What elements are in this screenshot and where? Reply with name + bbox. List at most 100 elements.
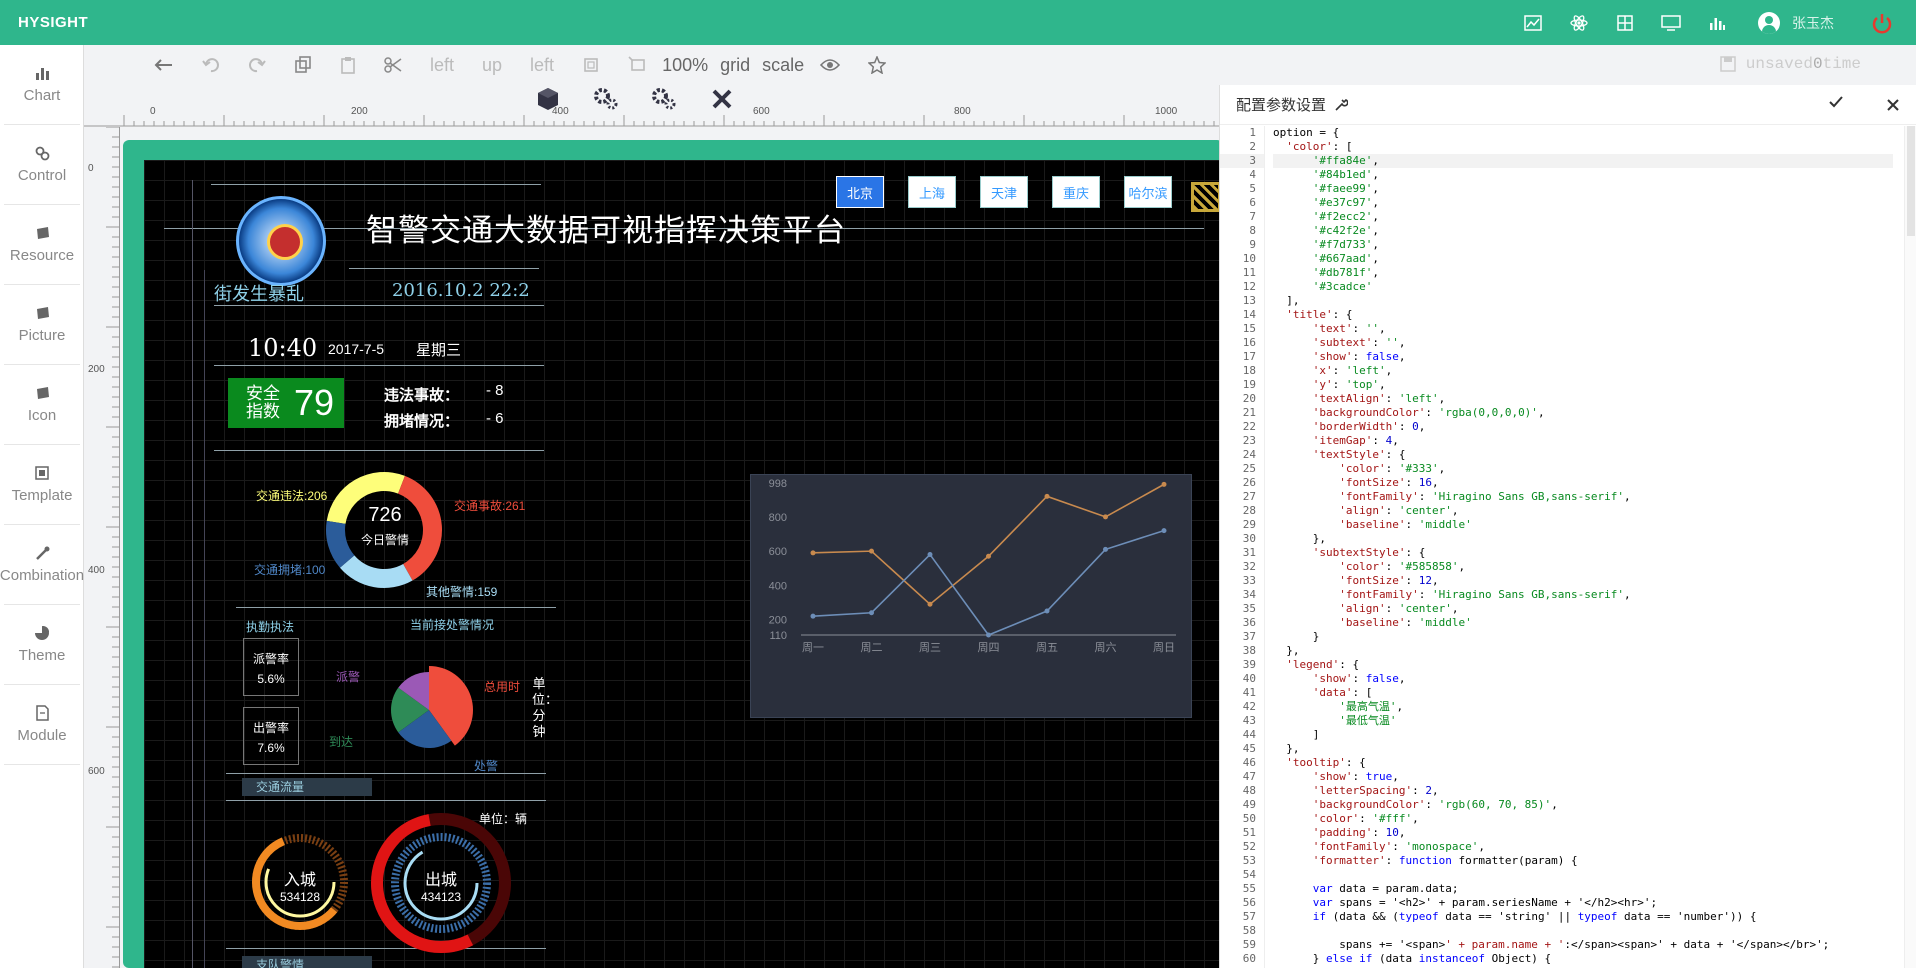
link-icon bbox=[35, 146, 50, 161]
sidebar-item-module[interactable]: Module bbox=[4, 685, 80, 765]
code-line: 'itemGap': 4, bbox=[1312, 434, 1399, 447]
safety-index-value: 79 bbox=[294, 382, 335, 423]
grid-toggle[interactable]: grid bbox=[720, 55, 750, 76]
code-line: 'letterSpacing': 2, bbox=[1312, 784, 1439, 797]
data-point bbox=[1044, 608, 1050, 614]
code-line: 'color': '#585858', bbox=[1339, 560, 1466, 573]
align-left-button[interactable]: left bbox=[430, 55, 454, 76]
dashboard-screen[interactable]: 智警交通大数据可视指挥决策平台 北京 上海 天津 重庆 哈尔滨 街发生暴乱 2016.1… bbox=[144, 160, 1224, 968]
scale-toggle[interactable]: scale bbox=[762, 55, 804, 76]
line-number: 40 bbox=[1242, 672, 1256, 685]
city-tab[interactable]: 哈尔滨 bbox=[1124, 176, 1172, 208]
redo-icon[interactable] bbox=[248, 57, 266, 73]
code-line: '#f2ecc2', bbox=[1312, 210, 1379, 223]
city-tab[interactable]: 上海 bbox=[908, 176, 956, 208]
line-number: 60 bbox=[1242, 952, 1256, 965]
sidebar-item-control[interactable]: Control bbox=[4, 125, 80, 205]
line-number: 17 bbox=[1242, 350, 1256, 363]
sidebar-item-template[interactable]: Template bbox=[4, 445, 80, 525]
cube-icon[interactable] bbox=[535, 86, 561, 112]
code-line: 'tooltip': { bbox=[1286, 756, 1366, 769]
zoom-level[interactable]: 100% bbox=[662, 55, 708, 76]
line-chart-icon[interactable] bbox=[1510, 0, 1556, 45]
close-icon[interactable] bbox=[709, 86, 735, 112]
wrench-icon bbox=[36, 546, 50, 560]
unsaved-count: 0 bbox=[1812, 55, 1823, 73]
undo-icon[interactable] bbox=[202, 57, 220, 73]
x-tick-label: 周日 bbox=[1153, 641, 1175, 654]
code-line: 'y': 'top', bbox=[1312, 378, 1386, 391]
line-number: 45 bbox=[1242, 742, 1256, 755]
line-number: 38 bbox=[1242, 644, 1256, 657]
sidebar-item-icon[interactable]: Icon bbox=[4, 365, 80, 445]
scissors-icon[interactable] bbox=[384, 56, 402, 74]
eye-icon[interactable] bbox=[820, 58, 841, 72]
city-tab[interactable]: 北京 bbox=[836, 176, 884, 208]
sidebar-item-picture[interactable]: Picture bbox=[4, 285, 80, 365]
code-line: 'padding': 10, bbox=[1312, 826, 1406, 839]
frame-icon[interactable] bbox=[582, 56, 600, 74]
atom-icon[interactable] bbox=[1556, 0, 1602, 45]
donut-label-accident: 交通事故:261 bbox=[454, 499, 526, 513]
sidebar-item-label: Icon bbox=[27, 407, 57, 424]
line-number: 14 bbox=[1242, 308, 1256, 321]
enforce-title: 执勤执法 bbox=[246, 620, 295, 634]
ruler-left-label: 200 bbox=[88, 364, 105, 375]
line-number: 34 bbox=[1242, 588, 1256, 601]
back-arrow-icon[interactable] bbox=[154, 58, 174, 72]
sidebar-item-chart[interactable]: Chart bbox=[4, 45, 80, 125]
striped-decoration bbox=[1191, 182, 1221, 212]
align-up-button[interactable]: up bbox=[482, 55, 502, 76]
star-icon[interactable] bbox=[868, 56, 887, 74]
line-number: 36 bbox=[1242, 616, 1256, 629]
editor-scrollbar[interactable] bbox=[1904, 126, 1916, 968]
user-menu[interactable]: 张玉杰 bbox=[1758, 11, 1834, 34]
bar-chart-icon[interactable] bbox=[1694, 0, 1740, 45]
code-line: '#db781f', bbox=[1312, 266, 1379, 279]
city-tab[interactable]: 重庆 bbox=[1052, 176, 1100, 208]
code-line: } bbox=[1273, 630, 1320, 643]
line-number-gutter: 1 2 3 4 5 6 7 8 9 10 11 12 13 14 15 16 17 18 19 20 21 22 23 24 2… bbox=[1220, 126, 1265, 968]
news-ticker: 街发生暴乱 bbox=[214, 284, 304, 305]
close-panel-icon[interactable] bbox=[1886, 98, 1900, 112]
puzzle-icon[interactable] bbox=[1602, 0, 1648, 45]
city-tab[interactable]: 天津 bbox=[980, 176, 1028, 208]
power-icon[interactable] bbox=[1868, 0, 1896, 45]
code-lines[interactable]: option = { 'color': [ '#ffa84e', '#84b1e… bbox=[1273, 126, 1893, 966]
sidebar-item-theme[interactable]: Theme bbox=[4, 605, 80, 685]
code-line: 'subtextStyle': { bbox=[1312, 546, 1426, 559]
line-number: 18 bbox=[1242, 364, 1256, 377]
code-editor[interactable]: 1 2 3 4 5 6 7 8 9 10 11 12 13 14 15 16 17 18 19 20 21 22 23 24 2… bbox=[1220, 126, 1916, 968]
paste-icon[interactable] bbox=[340, 56, 356, 74]
exit-rate-value: 7.6% bbox=[257, 741, 285, 755]
gears-icon-2[interactable] bbox=[651, 86, 677, 112]
code-line: var data = param.data; bbox=[1312, 882, 1459, 895]
scroll-thumb[interactable] bbox=[1907, 126, 1915, 236]
ruler-vertical: 0200400600800 bbox=[84, 127, 120, 968]
line-number: 56 bbox=[1242, 896, 1256, 909]
gears-icon[interactable] bbox=[593, 86, 619, 112]
sidebar-item-label: Resource bbox=[9, 247, 75, 264]
sidebar-item-label: Theme bbox=[18, 647, 66, 664]
sidebar-item-label: Template bbox=[11, 487, 73, 504]
line-chart-panel[interactable]: 998 800 600 400 200 110 周一 周二 周三 周四 周五 周六 周日 bbox=[750, 474, 1192, 718]
align-left-button-2[interactable]: left bbox=[530, 55, 554, 76]
wrench-icon bbox=[1335, 98, 1349, 111]
config-title: 配置参数设置 bbox=[1236, 97, 1327, 114]
resize-icon[interactable] bbox=[628, 56, 648, 74]
monitor-icon[interactable] bbox=[1648, 0, 1694, 45]
x-tick-label: 周三 bbox=[919, 641, 941, 654]
y-tick-label: 998 bbox=[769, 478, 787, 490]
sidebar-item-label: Combination bbox=[0, 567, 85, 584]
code-line: if (data && (typeof data == 'string' || … bbox=[1312, 910, 1757, 923]
copy-icon[interactable] bbox=[294, 56, 312, 74]
line-number: 20 bbox=[1242, 392, 1256, 405]
save-icon[interactable] bbox=[1720, 56, 1736, 72]
confirm-check-icon[interactable] bbox=[1828, 95, 1844, 109]
line-number: 47 bbox=[1242, 770, 1256, 783]
sidebar-item-resource[interactable]: Resource bbox=[4, 205, 80, 285]
code-line: 'baseline': 'middle' bbox=[1339, 518, 1472, 531]
code-line: '#c42f2e', bbox=[1312, 224, 1379, 237]
sidebar-item-combination[interactable]: Combination bbox=[0, 525, 84, 605]
line-number: 5 bbox=[1249, 182, 1256, 195]
